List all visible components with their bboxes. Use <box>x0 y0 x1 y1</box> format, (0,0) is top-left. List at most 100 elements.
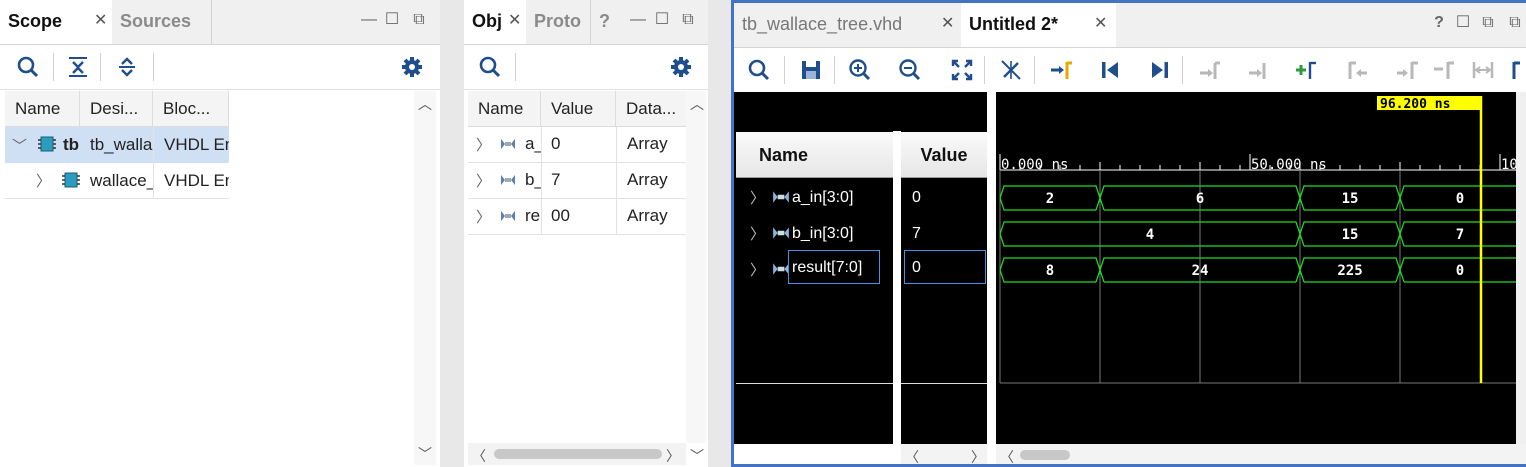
scope-vscrollbar[interactable] <box>414 91 436 465</box>
chevron-right-icon[interactable]: 〉 <box>36 170 51 191</box>
objects-row-name[interactable]: re <box>525 198 541 234</box>
go-to-start-icon[interactable] <box>1097 57 1123 83</box>
search-icon[interactable] <box>477 54 503 80</box>
go-to-time-zero-icon[interactable] <box>1048 57 1074 83</box>
objects-row-type: Array <box>627 206 668 225</box>
zoom-out-icon[interactable] <box>897 57 923 83</box>
waveform-canvas[interactable]: 96.200 ns 0.000 ns 50.000 ns 10 2 6 15 0… <box>996 92 1526 444</box>
float-icon[interactable]: ⧉ <box>1480 15 1496 31</box>
wave-a-value: 15 <box>1342 191 1359 207</box>
float-icon[interactable]: ⧉ <box>1507 15 1523 31</box>
help-icon[interactable]: ? <box>1431 15 1447 31</box>
scroll-down-icon[interactable]: ﹀ <box>690 446 704 466</box>
scope-col-block[interactable]: Bloc... <box>153 91 229 127</box>
chevron-down-icon[interactable]: ﹀ <box>12 135 27 156</box>
objects-hscroll-thumb[interactable] <box>494 449 662 459</box>
objects-col-type[interactable]: Data... <box>616 91 694 127</box>
tab-tb-wallace[interactable]: tb_wallace_tree.vhd <box>734 3 960 47</box>
time-label-0: 0.000 ns <box>1001 157 1068 173</box>
scroll-left-icon[interactable]: 〈 <box>905 447 919 464</box>
chevron-right-icon[interactable]: 〉 <box>476 170 491 191</box>
signal-name-b-in[interactable]: b_in[3:0] <box>792 225 853 243</box>
wave-b-value: 15 <box>1342 227 1359 243</box>
scope-panel: Scope ✕ Sources — ☐ ⧉ Name Desi... Bloc.… <box>0 0 440 467</box>
search-icon[interactable] <box>15 54 41 80</box>
search-icon[interactable] <box>746 57 772 83</box>
scroll-down-icon[interactable]: ﹀ <box>418 444 432 464</box>
tab-untitled-2[interactable]: Untitled 2* <box>961 3 1116 47</box>
entity-icon <box>38 136 56 152</box>
wave-hscroll-thumb[interactable] <box>1020 450 1070 460</box>
signal-name-a-in[interactable]: a_in[3:0] <box>792 189 853 207</box>
add-marker-icon[interactable] <box>1293 57 1319 83</box>
objects-col-name[interactable]: Name <box>468 91 541 127</box>
minimize-icon[interactable]: — <box>630 12 646 28</box>
scope-col-name[interactable]: Name <box>5 91 80 127</box>
float-icon[interactable]: ⧉ <box>411 12 427 28</box>
wave-vscrollbar[interactable] <box>1516 92 1526 444</box>
wave-value-header[interactable]: Value <box>901 132 987 178</box>
chevron-right-icon[interactable]: 〉 <box>750 223 765 244</box>
zoom-fit-icon[interactable] <box>949 57 975 83</box>
wave-name-header[interactable]: Name <box>736 132 893 178</box>
wave-result-value: 0 <box>1456 263 1464 279</box>
more-icon[interactable] <box>1508 57 1526 83</box>
expand-all-icon[interactable] <box>114 54 140 80</box>
swap-cursors-icon <box>1200 61 1220 79</box>
entity-icon <box>62 172 80 188</box>
tab-sources[interactable]: Sources <box>112 0 212 44</box>
time-label-50: 50.000 ns <box>1251 157 1327 173</box>
chevron-right-icon[interactable]: 〉 <box>750 259 765 280</box>
minimize-icon[interactable]: — <box>361 12 377 28</box>
signal-bus-icon <box>773 191 789 203</box>
objects-row-name[interactable]: a_ <box>525 126 541 162</box>
close-icon[interactable]: ✕ <box>941 3 954 47</box>
chevron-right-icon[interactable]: 〉 <box>476 206 491 227</box>
objects-vscrollbar[interactable] <box>686 91 706 443</box>
scope-col-design[interactable]: Desi... <box>80 91 153 127</box>
objects-col-value[interactable]: Value <box>541 91 616 127</box>
chevron-right-icon[interactable]: 〉 <box>476 134 491 155</box>
tab-protocol[interactable]: Proto <box>526 0 591 44</box>
scroll-right-icon[interactable]: 〉 <box>971 447 985 464</box>
float-icon[interactable]: ⧉ <box>680 12 696 28</box>
scroll-left-icon[interactable]: 〈 <box>1000 447 1014 464</box>
tab-help-label: ? <box>599 11 610 31</box>
scroll-left-icon[interactable]: 〈 <box>472 446 486 466</box>
wave-a-value: 6 <box>1196 191 1204 207</box>
scroll-right-icon[interactable]: 〉 <box>666 446 680 466</box>
objects-row-name[interactable]: b_ <box>525 162 541 198</box>
zoom-in-icon[interactable] <box>847 57 873 83</box>
wave-value-header-label: Value <box>920 145 968 165</box>
tab-help[interactable]: ? <box>591 0 621 44</box>
scope-row-design[interactable]: wallace_ <box>90 163 153 199</box>
scope-row-design: tb_walla <box>90 135 153 154</box>
measure-icon <box>1472 62 1494 78</box>
maximize-icon[interactable]: ☐ <box>654 12 670 28</box>
scroll-up-icon[interactable]: ︿ <box>418 94 432 114</box>
wave-hscroll-names[interactable]: 〈 〉 <box>901 444 987 464</box>
objects-tabbar: Obj ✕ Proto ? — ☐ ⧉ <box>464 0 708 45</box>
scroll-up-icon[interactable]: ︿ <box>690 94 704 114</box>
signal-name-result-box[interactable]: result[7:0] <box>788 250 880 284</box>
objects-row-value: 0 <box>551 134 561 153</box>
gear-icon[interactable] <box>399 54 425 80</box>
maximize-icon[interactable]: ☐ <box>384 12 400 28</box>
go-to-end-icon[interactable] <box>1147 57 1173 83</box>
save-icon[interactable] <box>798 57 824 83</box>
objects-panel: Obj ✕ Proto ? — ☐ ⧉ Name Value Data... 〉… <box>464 0 708 467</box>
close-icon[interactable]: ✕ <box>94 0 107 44</box>
collapse-all-icon[interactable] <box>65 54 91 80</box>
gear-icon[interactable] <box>668 54 694 80</box>
close-icon[interactable]: ✕ <box>1094 3 1107 47</box>
wave-name-header-label: Name <box>759 145 809 165</box>
maximize-icon[interactable]: ☐ <box>1455 15 1471 31</box>
signal-value-b-in: 7 <box>912 225 921 242</box>
signal-value-result-box[interactable]: 0 <box>904 250 986 284</box>
chevron-right-icon[interactable]: 〉 <box>750 187 765 208</box>
close-icon[interactable]: ✕ <box>508 0 521 44</box>
wave-hscroll-canvas[interactable]: 〈 <box>996 444 1526 464</box>
waveform-panel: tb_wallace_tree.vhd ✕ Untitled 2* ✕ ? ☐ … <box>731 0 1526 467</box>
go-to-cursor-icon[interactable] <box>998 57 1024 83</box>
tab-untitled-2-label: Untitled 2* <box>969 14 1059 34</box>
